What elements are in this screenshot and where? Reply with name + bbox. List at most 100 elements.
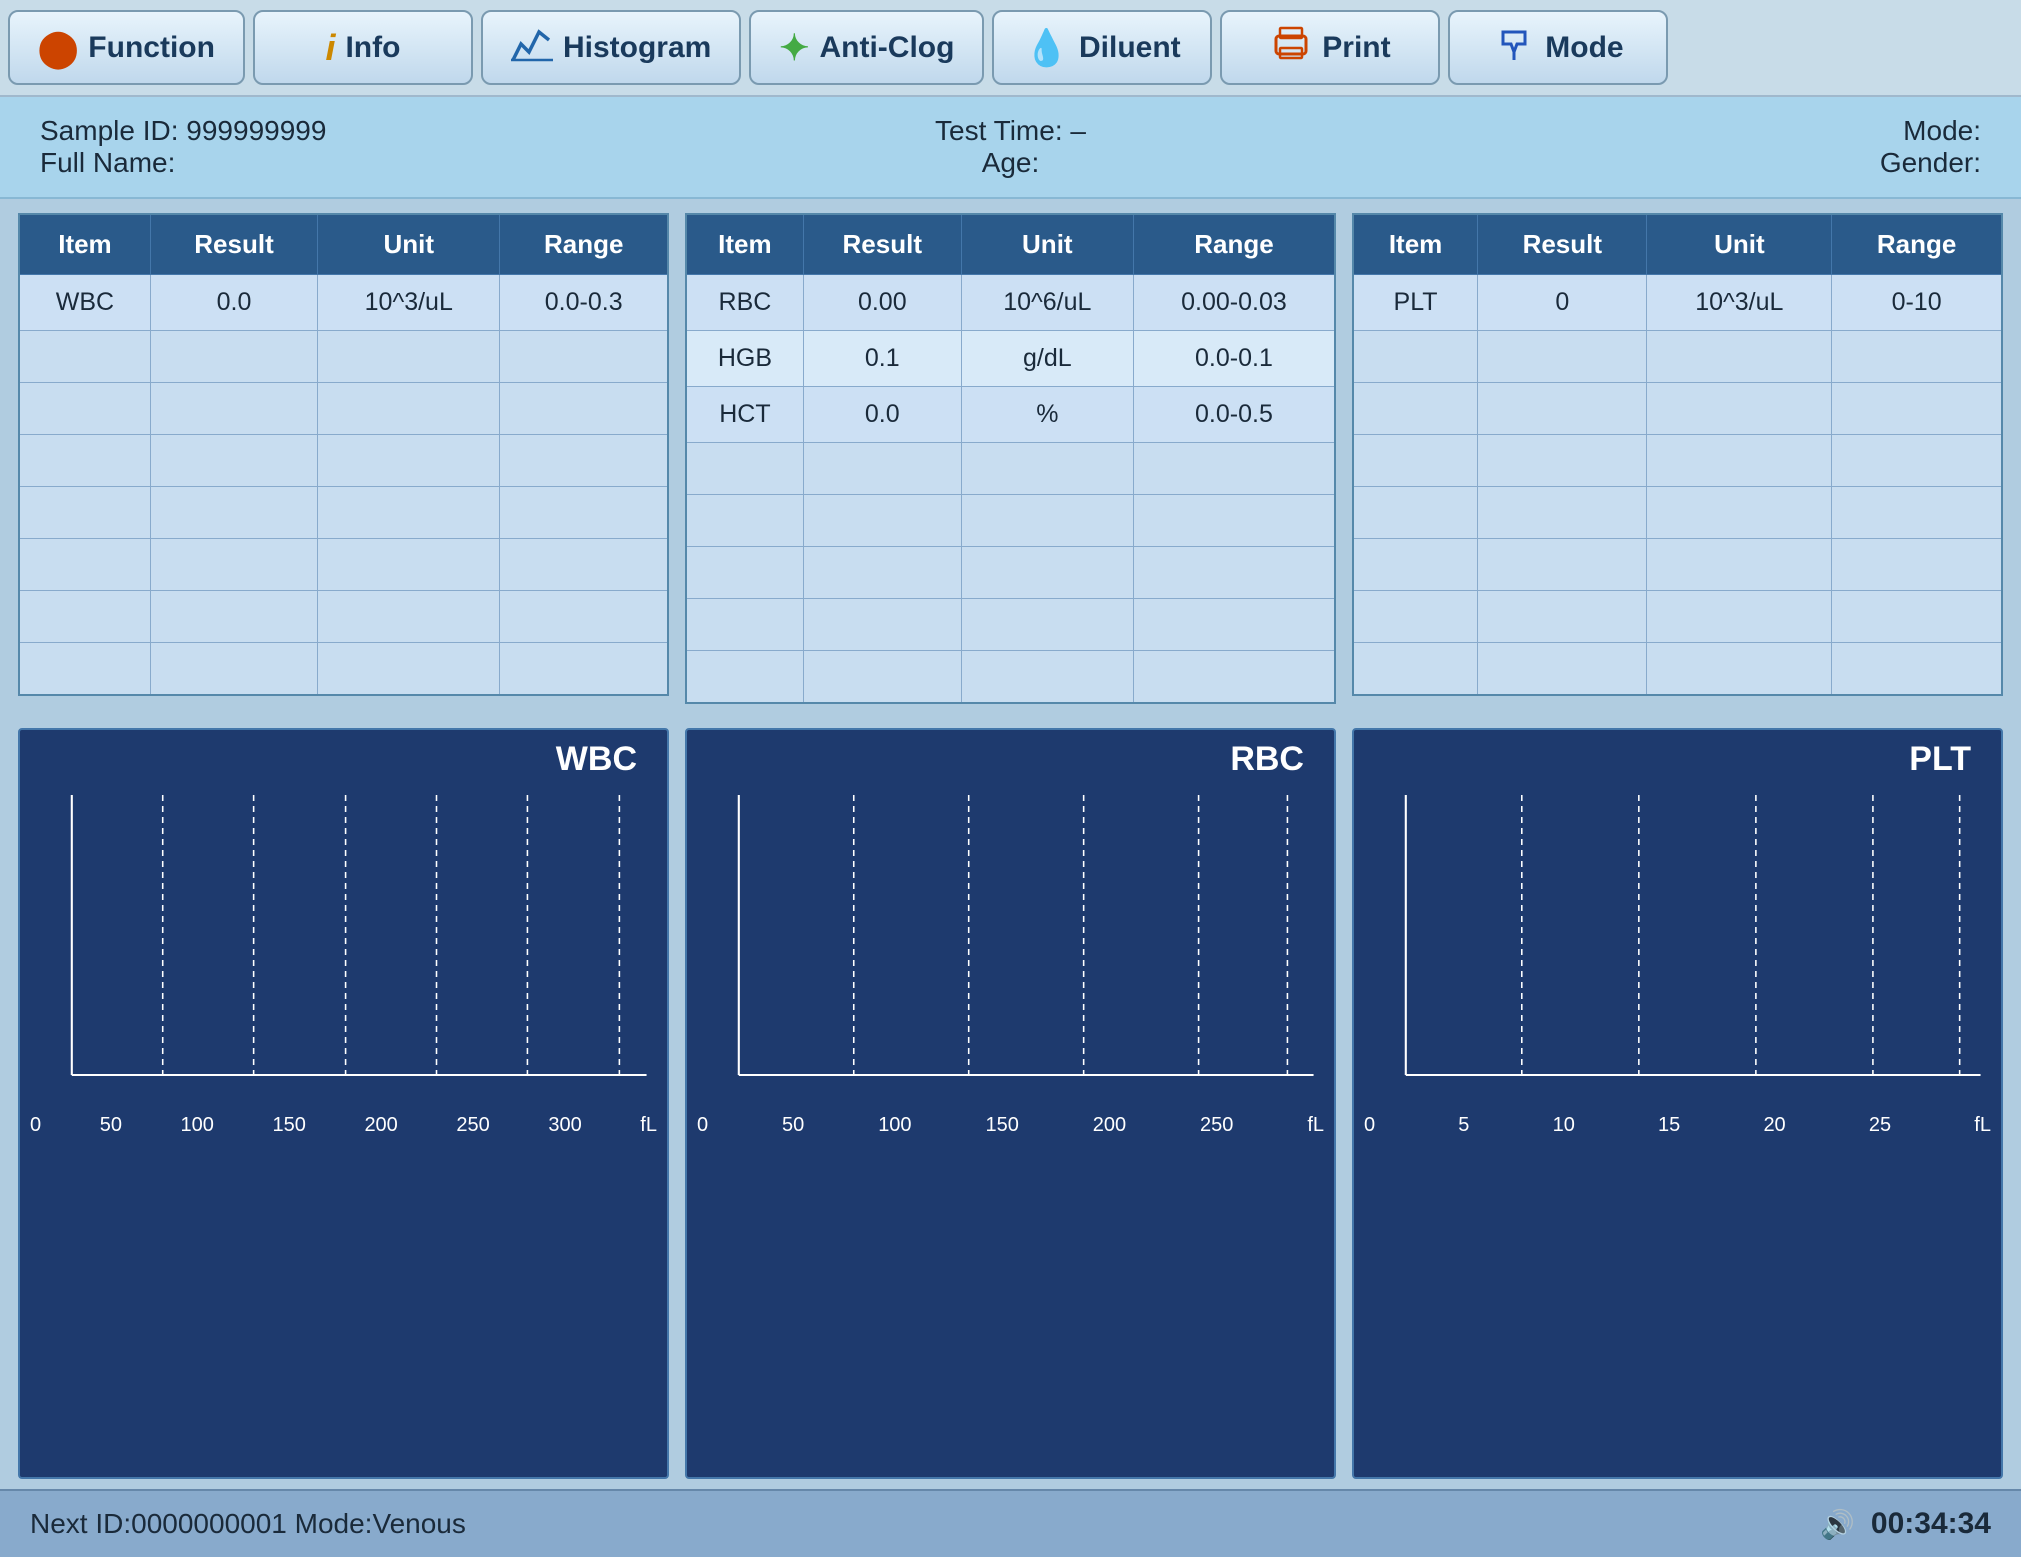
nav-bar: ⬤ Function i Info Histogram ✦ Anti-Clog …	[0, 0, 2021, 97]
table3-body-row1-item	[1353, 331, 1478, 383]
table3-col-item: Item	[1353, 214, 1478, 275]
table3-body-row7-item	[1353, 643, 1478, 695]
table2-body-row0-item: RBC	[686, 275, 803, 331]
patient-info-bar: Sample ID: 999999999 Full Name: Test Tim…	[0, 97, 2021, 199]
table1-body-row7-unit	[318, 643, 500, 695]
table-rbc-wrap: Item Result Unit Range RBC0.0010^6/uL0.0…	[685, 213, 1336, 704]
charts-section: WBC 0 50 100 150 200 250 300	[0, 718, 2021, 1490]
anticlog-label: Anti-Clog	[819, 31, 954, 65]
table3-body-row5-range	[1832, 539, 2002, 591]
table1-body-row5-range	[500, 539, 668, 591]
info-label: Info	[345, 31, 400, 65]
chart-wbc-title: WBC	[30, 740, 657, 779]
table3-body-row5-item	[1353, 539, 1478, 591]
table3-body-row6-unit	[1647, 591, 1832, 643]
table2-body-row3-result	[803, 443, 961, 495]
table2-body-row7-item	[686, 651, 803, 703]
mode-gender-right: Mode: Gender:	[1339, 115, 1981, 179]
table-plt-wrap: Item Result Unit Range PLT010^3/uL0-10	[1352, 213, 2003, 704]
full-name-label: Full Name:	[40, 147, 175, 178]
mode-field: Mode:	[1339, 115, 1981, 147]
table1-body-row0-range: 0.0-0.3	[500, 275, 668, 331]
mode-label-field: Mode:	[1903, 115, 1981, 146]
table2-body-row4-unit	[961, 495, 1133, 547]
table3-col-range: Range	[1832, 214, 2002, 275]
time-section: 🔊 00:34:34	[1820, 1507, 1991, 1541]
table1-body-row2-range	[500, 383, 668, 435]
table1-body-row4-item	[19, 487, 150, 539]
diluent-button[interactable]: 💧 Diluent	[992, 10, 1212, 85]
table3-body-row0-range: 0-10	[1832, 275, 2002, 331]
chart-wbc-svg	[30, 785, 657, 1105]
test-time-label: Test Time:	[935, 115, 1063, 146]
full-name-field: Full Name:	[40, 147, 682, 179]
table-plt: Item Result Unit Range PLT010^3/uL0-10	[1352, 213, 2003, 696]
age-label: Age:	[982, 147, 1040, 178]
table1-body-row0-item: WBC	[19, 275, 150, 331]
print-label: Print	[1322, 31, 1390, 65]
mode-button[interactable]: Mode	[1448, 10, 1668, 85]
print-icon	[1270, 24, 1312, 71]
table2-body-row3-item	[686, 443, 803, 495]
chart-plt-xaxis: 0 5 10 15 20 25 fL	[1364, 1110, 1991, 1137]
chart-rbc-xaxis: 0 50 100 150 200 250 fL	[697, 1110, 1324, 1137]
table3-body-row4-result	[1478, 487, 1647, 539]
table2-body-row2-result: 0.0	[803, 387, 961, 443]
table2-body-row4-item	[686, 495, 803, 547]
histogram-icon	[511, 24, 553, 71]
table1-body-row5-item	[19, 539, 150, 591]
table3-body-row7-unit	[1647, 643, 1832, 695]
table2-body-row3-unit	[961, 443, 1133, 495]
table1-body-row4-result	[150, 487, 317, 539]
table2-body-row6-range	[1133, 599, 1335, 651]
mode-icon	[1493, 24, 1535, 71]
table1-body-row2-result	[150, 383, 317, 435]
table1-body-row6-unit	[318, 591, 500, 643]
chart-plt-unit: fL	[1974, 1114, 1991, 1137]
diluent-label: Diluent	[1079, 31, 1181, 65]
sample-id: Sample ID: 999999999	[40, 115, 682, 147]
sample-id-label: Sample ID:	[40, 115, 179, 146]
table3-body-row7-result	[1478, 643, 1647, 695]
chart-plt-title: PLT	[1364, 740, 1991, 779]
table2-body-row7-result	[803, 651, 961, 703]
table2-body-row4-range	[1133, 495, 1335, 547]
table3-body-row1-result	[1478, 331, 1647, 383]
gender-field: Gender:	[1339, 147, 1981, 179]
table2-body-row5-result	[803, 547, 961, 599]
print-button[interactable]: Print	[1220, 10, 1440, 85]
table2-body-row6-item	[686, 599, 803, 651]
table2-col-unit: Unit	[961, 214, 1133, 275]
table3-body-row2-item	[1353, 383, 1478, 435]
test-info-center: Test Time: – Age:	[690, 115, 1332, 179]
table2-body-row1-range: 0.0-0.1	[1133, 331, 1335, 387]
clock-time: 00:34:34	[1871, 1507, 1991, 1541]
table2-body-row6-unit	[961, 599, 1133, 651]
table2-body-row2-item: HCT	[686, 387, 803, 443]
anticlog-button[interactable]: ✦ Anti-Clog	[749, 10, 984, 85]
chart-wbc: WBC 0 50 100 150 200 250 300	[18, 728, 669, 1480]
info-button[interactable]: i Info	[253, 10, 473, 85]
table3-body-row6-range	[1832, 591, 2002, 643]
table3-body-row2-unit	[1647, 383, 1832, 435]
table1-body-row3-result	[150, 435, 317, 487]
table2-body-row5-item	[686, 547, 803, 599]
table2-col-range: Range	[1133, 214, 1335, 275]
table2-body-row5-unit	[961, 547, 1133, 599]
table2-body-row6-result	[803, 599, 961, 651]
table1-body-row3-range	[500, 435, 668, 487]
table3-col-unit: Unit	[1647, 214, 1832, 275]
table1-body-row0-unit: 10^3/uL	[318, 275, 500, 331]
table1-body-row1-range	[500, 331, 668, 383]
table2-body-row2-range: 0.0-0.5	[1133, 387, 1335, 443]
table1-col-range: Range	[500, 214, 668, 275]
table1-col-unit: Unit	[318, 214, 500, 275]
histogram-button[interactable]: Histogram	[481, 10, 741, 85]
function-button[interactable]: ⬤ Function	[8, 10, 245, 85]
table-wbc: Item Result Unit Range WBC0.010^3/uL0.0-…	[18, 213, 669, 696]
table2-body-row1-unit: g/dL	[961, 331, 1133, 387]
function-label: Function	[88, 31, 215, 65]
speaker-icon: 🔊	[1820, 1508, 1855, 1541]
table2-body-row0-unit: 10^6/uL	[961, 275, 1133, 331]
gender-label: Gender:	[1880, 147, 1981, 178]
